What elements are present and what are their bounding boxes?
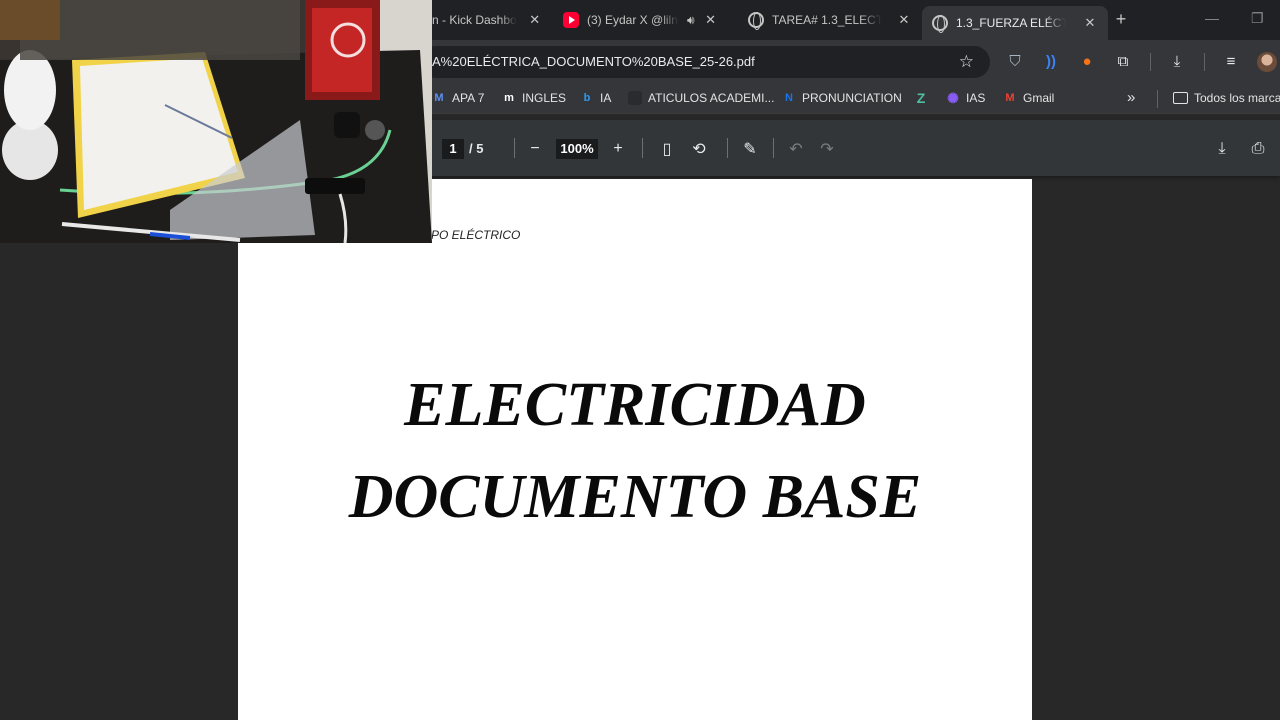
url-text[interactable]: A%20ELÉCTRICA_DOCUMENTO%20BASE_25-26.pdf xyxy=(432,54,755,69)
browser-window: n - Kick Dashbo ✕ (3) Eydar X @lilne 🔊︎ … xyxy=(0,0,1280,720)
bookmark-label: INGLES xyxy=(522,91,567,105)
bookmarks-divider xyxy=(1157,90,1158,108)
bookmark-label: Todos los marca xyxy=(1194,91,1280,105)
redo-icon[interactable]: ↷ xyxy=(816,138,838,160)
pdf-download-icon[interactable]: ⤓ xyxy=(1211,138,1233,160)
blank-icon xyxy=(628,91,642,105)
bing-icon: b xyxy=(583,92,591,104)
new-tab-button[interactable]: + xyxy=(1112,9,1130,30)
profile-avatar[interactable] xyxy=(1257,52,1277,72)
webcam-image xyxy=(0,0,432,243)
media-control-icon[interactable]: ≡ xyxy=(1221,51,1241,71)
bookmark-star-icon[interactable]: ☆ xyxy=(959,52,974,72)
extensions-puzzle-icon[interactable]: ⧉ xyxy=(1113,51,1133,71)
z-logo-icon: Z xyxy=(916,90,926,106)
fire-extension-icon[interactable]: ● xyxy=(1077,51,1097,71)
bookmark-articulos[interactable]: ATICULOS ACADEMI... xyxy=(628,91,774,105)
pdf-page xyxy=(238,179,1032,720)
zoom-input[interactable]: 100% xyxy=(556,139,598,159)
gmail-icon: M xyxy=(1005,92,1015,104)
tab-label: n - Kick Dashbo xyxy=(432,13,517,27)
tab-tarea[interactable]: TAREA# 1.3_ELECTRIC ✕ xyxy=(748,6,912,34)
restore-icon[interactable]: ❐ xyxy=(1251,10,1264,27)
pdf-divider xyxy=(514,138,515,158)
bookmark-pronunciation[interactable]: N PRONUNCIATION xyxy=(782,91,902,105)
close-icon[interactable]: ✕ xyxy=(1082,15,1098,31)
close-icon[interactable]: ✕ xyxy=(527,12,543,28)
close-icon[interactable]: ✕ xyxy=(703,12,719,28)
bookmark-label: IA xyxy=(600,91,612,105)
pdf-divider xyxy=(727,138,728,158)
bookmark-ingles[interactable]: m INGLES xyxy=(502,91,566,105)
shield-extension-icon[interactable]: ⛉ xyxy=(1005,51,1025,71)
draw-annotation-icon[interactable]: ✎ xyxy=(739,138,761,160)
rotate-icon[interactable]: ⟲ xyxy=(688,138,710,160)
page-total: / 5 xyxy=(469,141,484,156)
tab-kick-dashboard[interactable]: n - Kick Dashbo ✕ xyxy=(432,6,543,34)
toolbar-divider xyxy=(1150,53,1151,71)
folder-icon xyxy=(1173,92,1188,104)
page-header-text: PO ELÉCTRICO xyxy=(431,228,521,242)
bookmark-label: IAS xyxy=(966,91,986,105)
globe-icon xyxy=(932,15,948,33)
bookmark-label: PRONUNCIATION xyxy=(802,91,902,105)
bookmark-gmail[interactable]: M Gmail xyxy=(1003,91,1054,105)
close-icon[interactable]: ✕ xyxy=(896,12,912,28)
zoom-out-button[interactable]: − xyxy=(524,138,546,160)
document-title-line2: DOCUMENTO BASE xyxy=(348,463,922,531)
speaker-icon[interactable]: 🔊︎ xyxy=(687,13,695,28)
tab-label: TAREA# 1.3_ELECTRIC xyxy=(772,13,882,27)
tab-label: (3) Eydar X @lilne xyxy=(587,13,679,27)
bookmark-z[interactable]: Z xyxy=(914,90,934,106)
minimize-icon[interactable]: — xyxy=(1205,10,1219,26)
bookmark-label: APA 7 xyxy=(452,91,485,105)
all-bookmarks-folder[interactable]: Todos los marca xyxy=(1173,91,1280,105)
document-title-line1: ELECTRICIDAD xyxy=(404,371,866,439)
pdf-divider xyxy=(642,138,643,158)
bookmark-ias[interactable]: ✺ IAS xyxy=(946,89,986,106)
tab-label: 1.3_FUERZA ELÉCTRIC xyxy=(956,16,1066,30)
tab-fuerza-electrica[interactable]: 1.3_FUERZA ELÉCTRIC ✕ xyxy=(922,6,1108,40)
bookmark-apa7[interactable]: M APA 7 xyxy=(432,91,484,105)
pdf-divider xyxy=(773,138,774,158)
webcam-overlay xyxy=(0,0,432,243)
bookmarks-overflow-button[interactable]: » xyxy=(1127,89,1135,106)
fit-page-icon[interactable]: ▯ xyxy=(656,138,678,160)
audio-extension-icon[interactable]: )) xyxy=(1041,51,1061,71)
zoom-in-button[interactable]: + xyxy=(607,138,629,160)
globe-icon xyxy=(748,12,764,30)
toolbar-divider xyxy=(1204,53,1205,71)
page-number-input[interactable]: 1 xyxy=(442,139,464,159)
mendeley-icon: M xyxy=(434,92,444,104)
m-logo-icon: m xyxy=(504,92,514,104)
n-logo-icon: N xyxy=(785,92,793,104)
undo-icon[interactable]: ↶ xyxy=(785,138,807,160)
address-bar[interactable]: A%20ELÉCTRICA_DOCUMENTO%20BASE_25-26.pdf… xyxy=(420,46,990,78)
tab-youtube[interactable]: (3) Eydar X @lilne 🔊︎ ✕ xyxy=(563,6,719,34)
youtube-icon xyxy=(563,12,579,28)
print-icon[interactable]: ⎙ xyxy=(1247,138,1269,160)
gear-purple-icon: ✺ xyxy=(947,89,959,106)
bookmark-label: Gmail xyxy=(1023,91,1055,105)
bookmark-ia[interactable]: b IA xyxy=(580,91,612,105)
bookmark-label: ATICULOS ACADEMI... xyxy=(648,91,775,105)
download-icon[interactable]: ⤓ xyxy=(1167,51,1187,71)
